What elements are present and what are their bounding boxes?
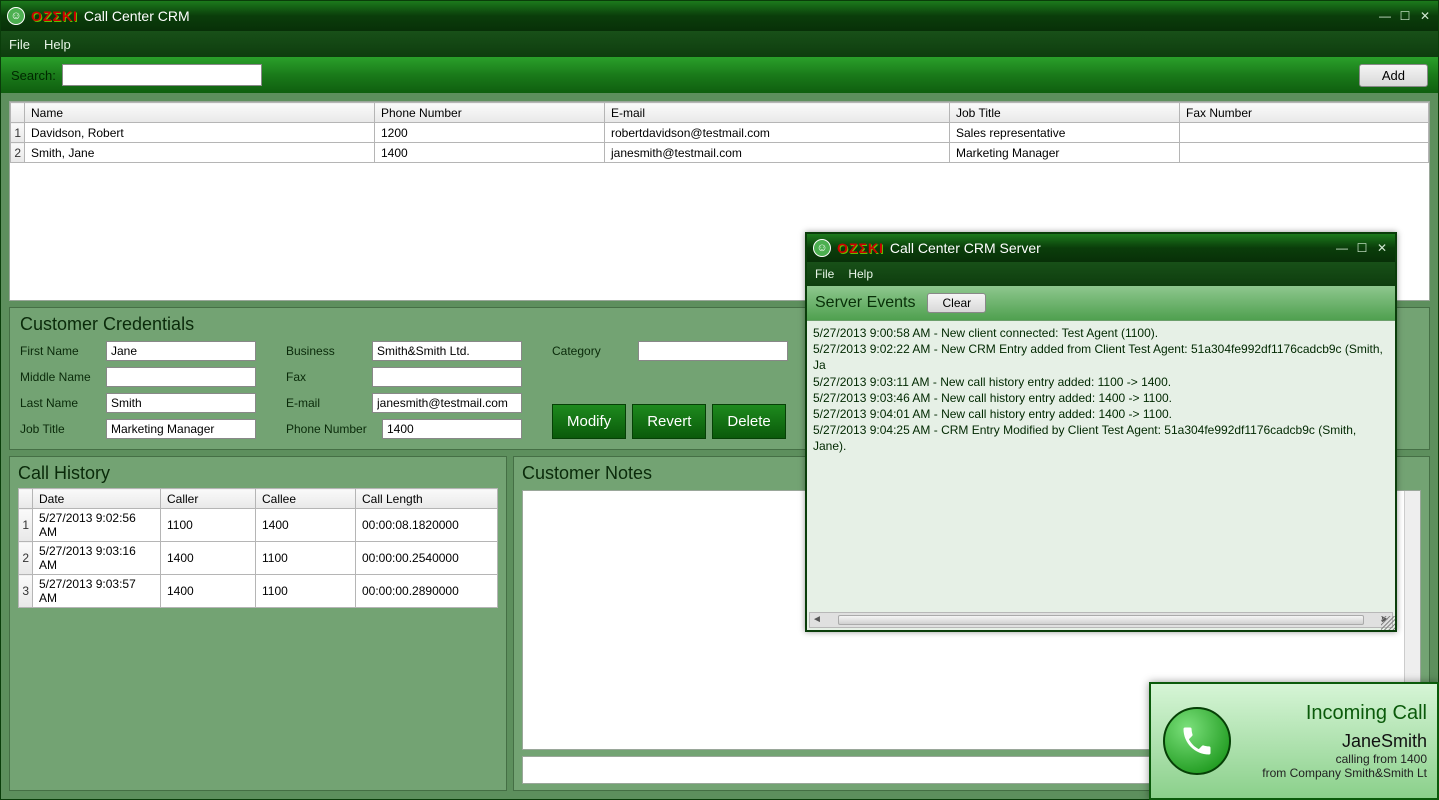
app-icon: ☺ [813, 239, 831, 257]
label-fax: Fax [286, 370, 366, 384]
scroll-left-icon[interactable]: ◄ [810, 613, 824, 627]
input-jobtitle[interactable] [106, 419, 256, 439]
search-label: Search: [11, 68, 56, 83]
add-button[interactable]: Add [1359, 64, 1428, 87]
table-row[interactable]: 1 Davidson, Robert 1200 robertdavidson@t… [11, 123, 1429, 143]
app-title: Call Center CRM [84, 8, 190, 24]
server-events-bar: Server Events Clear [807, 286, 1395, 320]
input-middlename[interactable] [106, 367, 256, 387]
input-phone[interactable] [382, 419, 522, 439]
table-row[interactable]: 2 5/27/2013 9:03:16 AM 1400 1100 00:00:0… [19, 542, 498, 575]
col-callee[interactable]: Callee [256, 489, 356, 509]
table-header-row: Name Phone Number E-mail Job Title Fax N… [11, 103, 1429, 123]
col-email[interactable]: E-mail [605, 103, 950, 123]
col-date[interactable]: Date [33, 489, 161, 509]
label-firstname: First Name [20, 344, 100, 358]
delete-button[interactable]: Delete [712, 404, 785, 439]
label-phone: Phone Number [286, 422, 376, 436]
menu-file[interactable]: File [815, 267, 834, 281]
incoming-call-toast[interactable]: Incoming Call JaneSmith calling from 140… [1149, 682, 1439, 800]
app-icon: ☺ [7, 7, 25, 25]
col-jobtitle[interactable]: Job Title [950, 103, 1180, 123]
clear-button[interactable]: Clear [927, 293, 986, 313]
toast-line2: from Company Smith&Smith Lt [1243, 766, 1427, 780]
main-menubar: File Help [1, 31, 1438, 57]
main-titlebar: ☺ OZΣKI Call Center CRM — ☐ ✕ [1, 1, 1438, 31]
toast-caller-name: JaneSmith [1243, 731, 1427, 752]
input-firstname[interactable] [106, 341, 256, 361]
table-row[interactable]: 3 5/27/2013 9:03:57 AM 1400 1100 00:00:0… [19, 575, 498, 608]
label-email: E-mail [286, 396, 366, 410]
call-history-title: Call History [18, 463, 498, 484]
log-line: 5/27/2013 9:03:46 AM - New call history … [813, 390, 1389, 406]
server-menubar: File Help [807, 262, 1395, 286]
minimize-icon[interactable]: — [1378, 9, 1392, 23]
input-category[interactable] [638, 341, 788, 361]
log-line: 5/27/2013 9:02:22 AM - New CRM Entry add… [813, 341, 1389, 373]
server-log: 5/27/2013 9:00:58 AM - New client connec… [807, 320, 1395, 630]
close-icon[interactable]: ✕ [1375, 241, 1389, 255]
log-line: 5/27/2013 9:00:58 AM - New client connec… [813, 325, 1389, 341]
col-caller[interactable]: Caller [161, 489, 256, 509]
brand-logo: OZΣKI [837, 240, 884, 256]
brand-logo: OZΣKI [31, 8, 78, 24]
menu-help[interactable]: Help [848, 267, 873, 281]
label-jobtitle: Job Title [20, 422, 100, 436]
col-name[interactable]: Name [25, 103, 375, 123]
minimize-icon[interactable]: — [1335, 241, 1349, 255]
server-title: Call Center CRM Server [890, 240, 1041, 256]
toast-title: Incoming Call [1243, 702, 1427, 725]
server-titlebar[interactable]: ☺ OZΣKI Call Center CRM Server — ☐ ✕ [807, 234, 1395, 262]
label-category: Category [552, 344, 632, 358]
phone-icon [1163, 707, 1231, 775]
main-toolbar: Search: Add [1, 57, 1438, 93]
log-line: 5/27/2013 9:04:25 AM - CRM Entry Modifie… [813, 422, 1389, 454]
maximize-icon[interactable]: ☐ [1398, 9, 1412, 23]
label-business: Business [286, 344, 366, 358]
menu-help[interactable]: Help [44, 37, 71, 52]
log-line: 5/27/2013 9:04:01 AM - New call history … [813, 406, 1389, 422]
col-phone[interactable]: Phone Number [375, 103, 605, 123]
log-line: 5/27/2013 9:03:11 AM - New call history … [813, 374, 1389, 390]
menu-file[interactable]: File [9, 37, 30, 52]
table-row[interactable]: 1 5/27/2013 9:02:56 AM 1100 1400 00:00:0… [19, 509, 498, 542]
modify-button[interactable]: Modify [552, 404, 626, 439]
input-business[interactable] [372, 341, 522, 361]
resize-grip-icon[interactable] [1381, 616, 1395, 630]
scrollbar-thumb[interactable] [838, 615, 1364, 625]
table-row[interactable]: 2 Smith, Jane 1400 janesmith@testmail.co… [11, 143, 1429, 163]
input-email[interactable] [372, 393, 522, 413]
search-input[interactable] [62, 64, 262, 86]
call-history-panel: Call History Date Caller Callee Call Len… [9, 456, 507, 791]
toast-line1: calling from 1400 [1243, 752, 1427, 766]
label-middlename: Middle Name [20, 370, 100, 384]
col-length[interactable]: Call Length [356, 489, 498, 509]
maximize-icon[interactable]: ☐ [1355, 241, 1369, 255]
close-icon[interactable]: ✕ [1418, 9, 1432, 23]
input-lastname[interactable] [106, 393, 256, 413]
col-fax[interactable]: Fax Number [1180, 103, 1429, 123]
revert-button[interactable]: Revert [632, 404, 706, 439]
label-lastname: Last Name [20, 396, 100, 410]
server-window[interactable]: ☺ OZΣKI Call Center CRM Server — ☐ ✕ Fil… [805, 232, 1397, 632]
scrollbar-horizontal[interactable]: ◄ ► [809, 612, 1393, 628]
input-fax[interactable] [372, 367, 522, 387]
server-events-title: Server Events [815, 294, 915, 312]
